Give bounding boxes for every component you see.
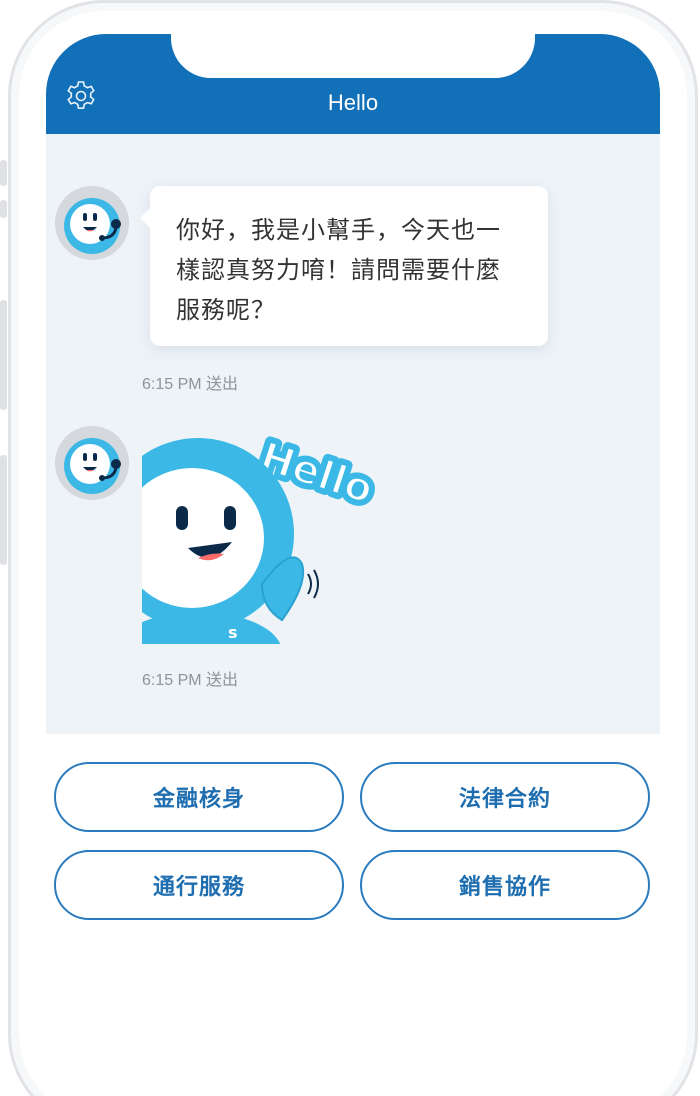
bot-avatar — [55, 426, 129, 500]
message-timestamp: 6:15 PM 送出 — [142, 376, 239, 393]
quick-reply-button[interactable]: 銷售協作 — [360, 850, 650, 920]
chat-bubble: 你好，我是小幫手，今天也一 樣認真努力唷！請問需要什麼 服務呢？ — [140, 186, 548, 346]
chat-area[interactable]: 你好，我是小幫手，今天也一 樣認真努力唷！請問需要什麼 服務呢？ 6:15 PM… — [46, 134, 660, 734]
page-title: Hello — [327, 90, 379, 115]
phone-volume-down — [0, 455, 7, 565]
bot-avatar — [55, 186, 129, 260]
phone-volume-up — [0, 300, 7, 410]
message-timestamp: 6:15 PM 送出 — [142, 672, 239, 689]
quick-reply-button[interactable]: 通行服務 — [54, 850, 344, 920]
message-line: 樣認真努力唷！請問需要什麼 — [176, 256, 501, 284]
app-header: Hello — [46, 34, 660, 134]
hello-mascot-sticker: Hello Hello s — [142, 424, 402, 644]
svg-text:s: s — [228, 623, 238, 642]
phone-side-button — [0, 200, 7, 218]
quick-reply-button[interactable]: 法律合約 — [360, 762, 650, 832]
message-line: 服務呢？ — [176, 296, 276, 324]
message-line: 你好，我是小幫手，今天也一 — [176, 216, 501, 244]
phone-side-button — [0, 160, 7, 186]
app-screen: Hello 你好，我是小幫手，今天也一 樣認真努力唷！請問需要什麼 服務呢？ 6… — [46, 34, 660, 1096]
quick-reply-button[interactable]: 金融核身 — [54, 762, 344, 832]
phone-notch — [171, 34, 535, 78]
